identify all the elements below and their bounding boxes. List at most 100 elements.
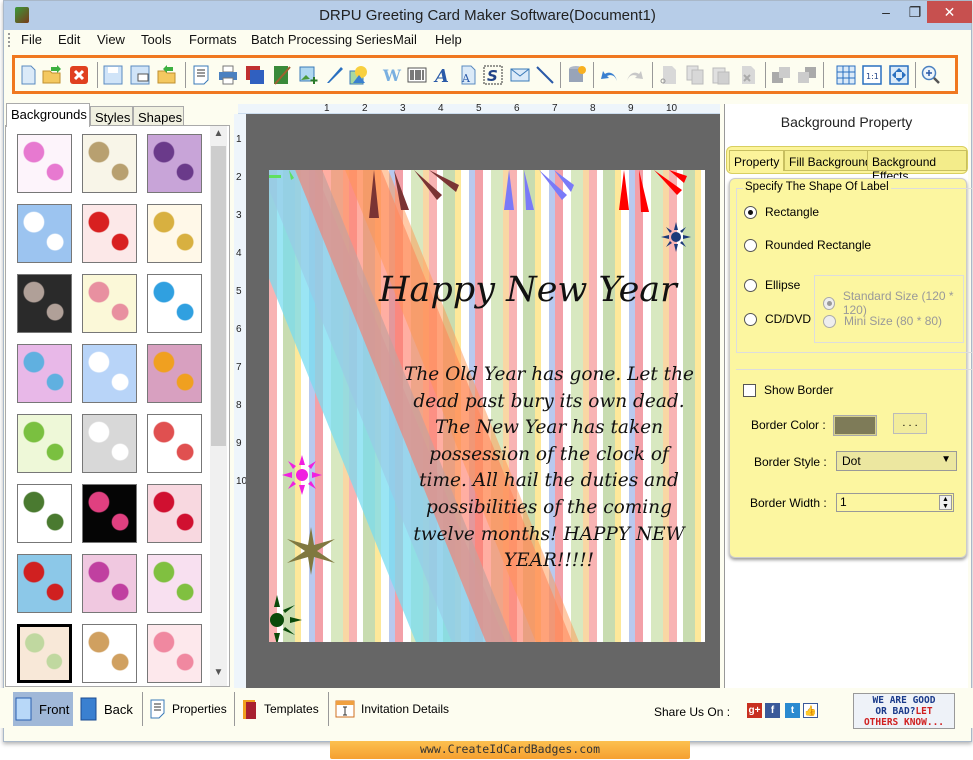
line-icon[interactable] [535, 65, 555, 85]
fit-to-window-icon[interactable] [889, 65, 909, 85]
thumbnail-pastel-stripes[interactable] [17, 624, 72, 683]
thumbnail-colorful-circles[interactable] [17, 344, 72, 403]
thumbnail-flower-rows[interactable] [82, 274, 137, 333]
thumbnail-christmas-trees[interactable] [17, 414, 72, 473]
menu-file[interactable]: File [21, 32, 42, 47]
menu-help[interactable]: Help [435, 32, 462, 47]
thumbnail-kids-pattern[interactable] [147, 414, 202, 473]
menu-view[interactable]: View [97, 32, 125, 47]
print-icon[interactable] [218, 65, 238, 85]
grid-icon[interactable] [836, 65, 856, 85]
redo-icon[interactable] [625, 65, 645, 85]
background-icon[interactable] [245, 65, 265, 85]
paste-icon[interactable] [711, 65, 731, 85]
new-icon[interactable] [18, 65, 38, 85]
zoom-in-icon[interactable] [921, 65, 941, 85]
thumbnail-baby-sketches[interactable] [82, 134, 137, 193]
templates-button[interactable]: Templates [242, 692, 319, 726]
cut-icon[interactable] [658, 65, 678, 85]
export-icon[interactable] [157, 65, 177, 85]
undo-icon[interactable] [599, 65, 619, 85]
actual-size-icon[interactable]: 1:1 [862, 65, 882, 85]
thumbnail-fireworks[interactable] [82, 484, 137, 543]
properties-button[interactable]: Properties [150, 692, 227, 726]
radio-standard-size[interactable]: Standard Size (120 * 120) [823, 289, 966, 317]
radio-rectangle[interactable]: Rectangle [744, 205, 819, 219]
minimize-button[interactable]: ‒ [872, 1, 900, 23]
thumbnail-santa-pattern[interactable] [17, 554, 72, 613]
google-plus-icon[interactable]: g+ [747, 703, 762, 718]
stepper-arrows-icon[interactable]: ▲ ▼ [939, 495, 952, 510]
like-icon[interactable]: 👍 [803, 703, 818, 718]
menu-tools[interactable]: Tools [141, 32, 171, 47]
website-url-banner[interactable]: www.CreateIdCardBadges.com [330, 741, 690, 759]
tab-fill-background[interactable]: Fill Background [784, 150, 877, 171]
insert-image-icon[interactable] [298, 65, 318, 85]
card-message[interactable]: The Old Year has gone. Let the dead past… [404, 362, 694, 575]
border-width-stepper[interactable]: 1 ▲ ▼ [836, 493, 954, 512]
thumbnail-hearts-ornament[interactable] [17, 484, 72, 543]
radio-cd-dvd[interactable]: CD/DVD [744, 312, 811, 326]
thumbnail-white-heart[interactable] [82, 414, 137, 473]
scroll-up-icon[interactable]: ▲ [210, 128, 227, 145]
facebook-icon[interactable]: f [765, 703, 780, 718]
radio-ellipse[interactable]: Ellipse [744, 278, 800, 292]
thumbnail-autumn-leaves[interactable] [147, 204, 202, 263]
radio-rounded-rectangle[interactable]: Rounded Rectangle [744, 238, 871, 252]
border-style-select[interactable]: Dot ▼ [836, 451, 957, 471]
thumbnail-snowflakes[interactable] [82, 344, 137, 403]
greeting-card[interactable]: Happy New Year The Old Year has gone. Le… [269, 170, 705, 642]
copy-icon[interactable] [685, 65, 705, 85]
scroll-thumb[interactable] [211, 146, 226, 446]
text-icon[interactable]: A [433, 65, 453, 85]
tab-property[interactable]: Property [729, 150, 785, 171]
menu-formats[interactable]: Formats [189, 32, 237, 47]
tab-backgrounds[interactable]: Backgrounds [6, 103, 90, 127]
thumbnail-strawberries[interactable] [82, 204, 137, 263]
barcode-icon[interactable] [407, 65, 427, 85]
thumbnail-baby-items[interactable] [17, 134, 72, 193]
thumbnail-gift-boxes[interactable] [147, 274, 202, 333]
radio-mini-size[interactable]: Mini Size (80 * 80) [823, 314, 942, 328]
front-button[interactable]: Front [13, 692, 73, 726]
menu-mail[interactable]: Mail [393, 32, 417, 47]
thumbnail-mandala-circles[interactable] [147, 344, 202, 403]
show-border-checkbox[interactable]: Show Border [743, 383, 833, 397]
thumbnail-scrollbar[interactable]: ▲ ▼ [210, 126, 227, 686]
back-button[interactable]: Back [80, 692, 133, 726]
open-icon[interactable] [42, 65, 62, 85]
tab-background-effects[interactable]: Background Effects [867, 150, 967, 183]
pen-icon[interactable] [325, 65, 345, 85]
thumbnail-clouds[interactable] [17, 204, 72, 263]
thumbnail-teddy-bear[interactable] [82, 624, 137, 683]
save-as-icon[interactable] [130, 65, 150, 85]
maximize-button[interactable]: ❐ [901, 1, 929, 23]
twitter-icon[interactable]: t [785, 703, 800, 718]
menu-edit[interactable]: Edit [58, 32, 80, 47]
border-color-swatch[interactable] [833, 415, 877, 436]
menu-batch-processing[interactable]: Batch Processing Series [251, 32, 393, 47]
watermark-icon[interactable]: W [382, 65, 402, 85]
signature-icon[interactable]: S [483, 65, 503, 85]
database-icon[interactable] [567, 65, 587, 85]
thumbnail-pink-flowers[interactable] [147, 554, 202, 613]
bring-forward-icon[interactable] [771, 65, 791, 85]
word-art-icon[interactable]: A [458, 65, 478, 85]
send-backward-icon[interactable] [797, 65, 817, 85]
card-title[interactable]: Happy New Year [379, 270, 699, 310]
scroll-down-icon[interactable]: ▼ [210, 667, 227, 684]
save-icon[interactable] [103, 65, 123, 85]
feedback-banner[interactable]: WE ARE GOOD OR BAD?LET OTHERS KNOW... [853, 693, 955, 729]
email-icon[interactable] [510, 65, 530, 85]
thumbnail-red-hearts[interactable] [147, 484, 202, 543]
thumbnail-purple-flowers[interactable] [147, 134, 202, 193]
thumbnail-dark-leaves[interactable] [17, 274, 72, 333]
delete-icon[interactable] [738, 65, 758, 85]
card-design-icon[interactable] [272, 65, 292, 85]
border-color-browse-button[interactable]: . . . [893, 413, 927, 434]
close-button[interactable]: ✕ [927, 1, 972, 23]
properties-icon[interactable] [191, 65, 211, 85]
invitation-details-button[interactable]: Invitation Details [335, 692, 449, 726]
thumbnail-pink-bubbles[interactable] [82, 554, 137, 613]
thumbnail-princess-pattern[interactable] [147, 624, 202, 683]
